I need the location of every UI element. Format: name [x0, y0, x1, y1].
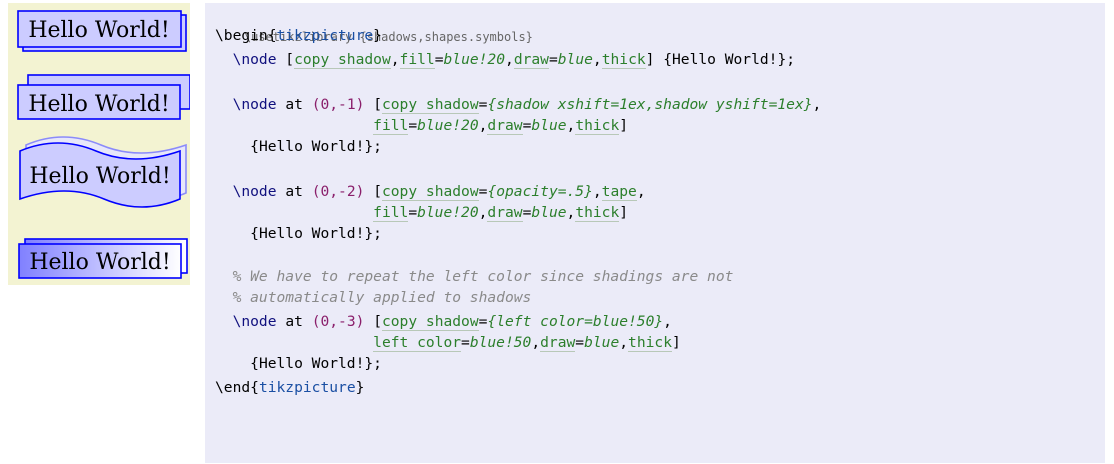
node-label: Hello World!	[28, 18, 169, 43]
val-draw: blue	[584, 334, 620, 351]
at-keyword: at	[285, 183, 303, 200]
opt-tape: tape	[601, 183, 637, 201]
code-line-node2-content: {Hello World!};	[215, 138, 382, 155]
code-line-node3: \node at (0,-2) [copy shadow={opacity=.5…	[232, 183, 646, 201]
opt-thick: thick	[575, 204, 620, 222]
comment: % automatically applied to shadows	[232, 289, 532, 306]
coord: (0,-2)	[311, 183, 365, 200]
opt-fill: fill	[373, 117, 409, 135]
node-label: Hello World!	[29, 250, 170, 275]
preview-canvas: Hello World! Hello World! Hello World! H…	[17, 10, 190, 279]
code-line-comment2: % automatically applied to shadows	[215, 288, 532, 308]
opt-thick: thick	[575, 117, 620, 135]
node-shaded-left-color: Hello World!	[18, 238, 188, 279]
opt-copy-shadow: copy shadow	[381, 183, 479, 201]
node-command: \node	[232, 96, 277, 113]
opt-draw: draw	[513, 51, 549, 69]
code-line-begin: \begin{tikzpicture}	[215, 27, 382, 44]
val-shadow: {shadow xshift=1ex,shadow yshift=1ex}	[487, 96, 813, 113]
code-line-node1: \node [copy shadow,fill=blue!20,draw=blu…	[232, 51, 796, 69]
node-label: Hello World!	[28, 92, 169, 117]
end-keyword: \end	[215, 379, 251, 396]
node-label: Hello World!	[29, 164, 170, 189]
val-fill: blue!20	[443, 51, 506, 68]
comment: % We have to repeat the left color since…	[232, 268, 734, 285]
val-fill: blue!20	[417, 204, 479, 221]
env-name: tikzpicture	[258, 379, 356, 396]
node-content: Hello World!	[258, 225, 365, 242]
begin-keyword: \begin	[215, 27, 268, 44]
opt-thick: thick	[628, 334, 672, 352]
node-command: \node	[232, 51, 277, 68]
env-name: tikzpicture	[276, 27, 374, 44]
opt-draw: draw	[487, 204, 523, 222]
coord: (0,-1)	[311, 96, 365, 113]
at-keyword: at	[285, 313, 303, 330]
val-draw: blue	[531, 117, 567, 134]
node-tape-shadow: Hello World!	[19, 136, 187, 208]
code-line-node2-cont: fill=blue!20,draw=blue,thick]	[373, 117, 629, 135]
val-shadow: {left color=blue!50}	[487, 313, 664, 330]
node-copy-shadow: Hello World!	[17, 10, 187, 52]
code-line-node4-cont: left color=blue!50,draw=blue,thick]	[373, 334, 681, 352]
preview-panel: Hello World! Hello World! Hello World! H…	[8, 3, 190, 285]
code-panel: \usetikzlibrary {shadows,shapes.symbols}…	[205, 3, 1105, 463]
val-shadow: {opacity=.5}	[487, 183, 593, 200]
opt-draw: draw	[540, 334, 576, 352]
code-line-node2: \node at (0,-1) [copy shadow={shadow xsh…	[232, 96, 822, 114]
val-draw: blue	[557, 51, 593, 68]
opt-fill: fill	[373, 204, 409, 222]
coord: (0,-3)	[311, 313, 365, 330]
code-line-node4-content: {Hello World!};	[215, 355, 382, 372]
opt-draw: draw	[487, 117, 523, 135]
at-keyword: at	[285, 96, 303, 113]
opt-copy-shadow: copy shadow	[381, 313, 479, 331]
val-fill: blue!20	[417, 117, 479, 134]
opt-copy-shadow: copy shadow	[381, 96, 479, 114]
node-command: \node	[232, 183, 277, 200]
val-draw: blue	[531, 204, 567, 221]
code-line-node3-cont: fill=blue!20,draw=blue,thick]	[373, 204, 629, 222]
opt-fill: fill	[399, 51, 435, 69]
node-content: Hello World!	[258, 138, 365, 155]
node-command: \node	[232, 313, 277, 330]
code-line-node3-content: {Hello World!};	[215, 225, 382, 242]
code-line-end: \end{tikzpicture}	[215, 379, 365, 396]
code-line-node4: \node at (0,-3) [copy shadow={left color…	[232, 313, 672, 331]
node-content: Hello World!	[258, 355, 365, 372]
opt-left-color: left color	[373, 334, 462, 352]
node-content: Hello World!	[672, 51, 778, 68]
node-shifted-shadow: Hello World!	[17, 74, 190, 120]
val-left-color: blue!50	[469, 334, 532, 351]
opt-thick: thick	[601, 51, 646, 69]
code-line-comment1: % We have to repeat the left color since…	[215, 267, 734, 287]
opt-copy-shadow: copy shadow	[294, 51, 391, 69]
